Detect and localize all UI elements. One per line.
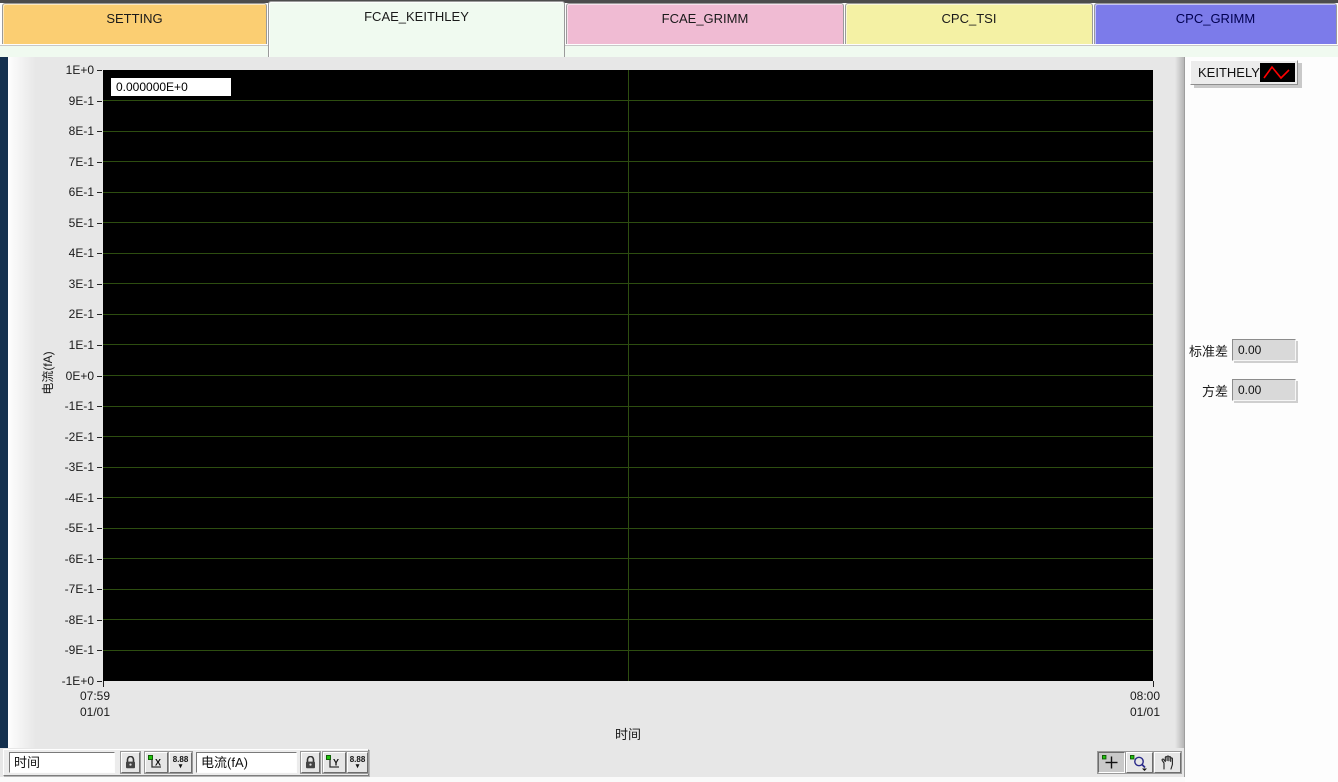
bottom-edge-strip (0, 777, 1185, 782)
y-tick (97, 162, 102, 163)
stat-label: 标准差 (1188, 341, 1228, 360)
y-tick (97, 131, 102, 132)
y-scale-lock-button[interactable] (301, 752, 320, 773)
y-tick-label: 3E-1 (8, 277, 94, 291)
cursor-tool-button[interactable] (1098, 752, 1125, 773)
y-tick-label: 1E+0 (8, 63, 94, 77)
y-tick (97, 101, 102, 102)
y-tick (97, 223, 102, 224)
x-tick (103, 681, 104, 687)
bottom-control-row: 时间 X 8.88▾ 电流(fA) (0, 748, 1185, 777)
y-autoscale-button[interactable]: Y (323, 752, 346, 773)
y-tick-label: -3E-1 (8, 460, 94, 474)
chart-panel: 1E+09E-18E-17E-16E-15E-14E-13E-12E-11E-1… (8, 57, 1185, 748)
digital-display: 0.000000E+0 (110, 77, 232, 97)
plot-line-icon[interactable] (1260, 63, 1295, 82)
pan-tool-icon (1160, 755, 1175, 770)
right-side-area: KEITHELY 标准差0.00方差0.00 (1185, 57, 1338, 782)
gridline-vertical (628, 70, 629, 681)
tab-fcae_keithley[interactable]: FCAE_KEITHLEY (268, 1, 565, 57)
y-tick (97, 406, 102, 407)
y-tick (97, 345, 102, 346)
application-window: KEITHELY 标准差0.00方差0.00 1E+09E-18E-17E-16… (0, 0, 1338, 782)
stat-row: 标准差0.00 (1188, 339, 1298, 361)
y-tick (97, 681, 102, 682)
x-autoscale-button[interactable]: X (145, 752, 168, 773)
y-axis-title: 电流(fA) (39, 342, 55, 404)
zoom-tool-icon (1130, 755, 1149, 771)
y-tick-label: 8E-1 (8, 124, 94, 138)
svg-text:Y: Y (333, 758, 339, 768)
y-scale-name-field[interactable]: 电流(fA) (196, 752, 297, 773)
graph-palette (1098, 752, 1182, 773)
zoom-tool-button[interactable] (1126, 752, 1153, 773)
y-tick (97, 650, 102, 651)
y-tick (97, 376, 102, 377)
x-axis-title: 时间 (408, 724, 848, 743)
lock-icon (125, 756, 136, 769)
lock-icon (305, 756, 316, 769)
y-tick-label: -5E-1 (8, 521, 94, 535)
y-tick (97, 528, 102, 529)
cursor-tool-icon (1102, 755, 1121, 770)
y-tick (97, 192, 102, 193)
stat-row: 方差0.00 (1188, 379, 1298, 401)
y-tick-label: 2E-1 (8, 307, 94, 321)
x-scale-format-button[interactable]: 8.88▾ (169, 752, 192, 773)
y-tick (97, 253, 102, 254)
y-tick (97, 559, 102, 560)
svg-text:X: X (155, 758, 161, 768)
tab-fcae_grimm[interactable]: FCAE_GRIMM (566, 3, 844, 44)
y-tick-label: -9E-1 (8, 643, 94, 657)
y-scale-format-button[interactable]: 8.88▾ (347, 752, 368, 773)
tab-page-strip (0, 45, 1338, 57)
plot-area[interactable] (103, 70, 1153, 681)
y-tick-label: 9E-1 (8, 94, 94, 108)
tab-cpc_grimm[interactable]: CPC_GRIMM (1094, 3, 1337, 44)
scale-legend: 时间 X 8.88▾ 电流(fA) (3, 749, 369, 776)
tab-setting[interactable]: SETTING (2, 3, 267, 44)
format-x-icon: 8.88▾ (173, 756, 189, 769)
stat-value-field: 0.00 (1232, 379, 1296, 401)
y-tick (97, 498, 102, 499)
y-tick-label: -1E+0 (8, 674, 94, 688)
plot-legend[interactable]: KEITHELY (1190, 60, 1298, 85)
x-tick-label: 07:5901/01 (59, 688, 131, 720)
y-tick-label: -4E-1 (8, 491, 94, 505)
format-y-icon: 8.88▾ (350, 756, 366, 769)
stat-value-field: 0.00 (1232, 339, 1296, 361)
y-tick-label: -6E-1 (8, 552, 94, 566)
x-tick (1153, 681, 1154, 687)
y-tick (97, 70, 102, 71)
y-tick-label: -7E-1 (8, 582, 94, 596)
y-tick-label: 7E-1 (8, 155, 94, 169)
y-tick-label: -8E-1 (8, 613, 94, 627)
y-tick (97, 620, 102, 621)
autoscale-x-icon: X (148, 755, 165, 770)
y-tick (97, 314, 102, 315)
x-scale-name-field[interactable]: 时间 (9, 752, 115, 773)
y-tick (97, 589, 102, 590)
stat-label: 方差 (1188, 381, 1228, 400)
left-background-strip (0, 57, 8, 748)
y-tick (97, 467, 102, 468)
plot-legend-name: KEITHELY (1198, 65, 1260, 80)
pan-tool-button[interactable] (1154, 752, 1181, 773)
y-tick (97, 437, 102, 438)
autoscale-y-icon: Y (326, 755, 343, 770)
x-scale-lock-button[interactable] (121, 752, 140, 773)
tab-cpc_tsi[interactable]: CPC_TSI (845, 3, 1093, 44)
y-tick-label: 4E-1 (8, 246, 94, 260)
y-tick (97, 284, 102, 285)
y-tick-label: -2E-1 (8, 430, 94, 444)
y-tick-label: 6E-1 (8, 185, 94, 199)
y-tick-label: 5E-1 (8, 216, 94, 230)
x-tick-label: 08:0001/01 (1109, 688, 1181, 720)
